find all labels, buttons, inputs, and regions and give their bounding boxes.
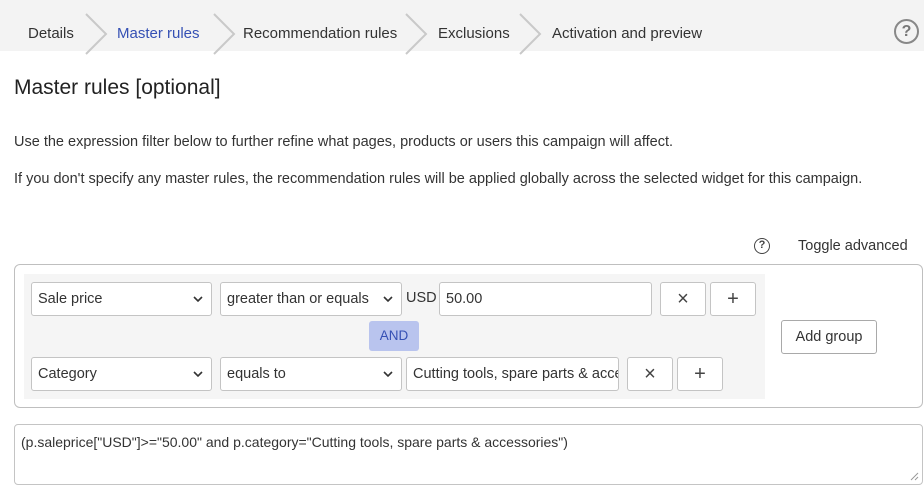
attribute-value: Sale price [38,291,103,307]
chevron-right-icon [405,13,428,55]
toggle-advanced-link[interactable]: Toggle advanced [798,238,908,254]
remove-rule-button[interactable]: × [660,282,706,316]
chevron-down-icon [193,296,203,303]
add-rule-button[interactable]: + [710,282,756,316]
operator-value: greater than or equals [227,291,369,307]
chevron-right-icon [213,13,236,55]
description-text: Use the expression filter below to furth… [14,134,673,150]
plus-icon: + [694,363,706,385]
attribute-select[interactable]: Category [31,357,212,391]
chevron-right-icon [85,13,108,55]
step-master-rules[interactable]: Master rules [117,0,200,51]
chevron-down-icon [383,371,393,378]
expression-text: (p.saleprice["USD"]>="50.00" and p.categ… [21,434,568,450]
chevron-down-icon [383,296,393,303]
help-icon[interactable]: ? [894,19,919,44]
operator-select[interactable]: equals to [220,357,402,391]
plus-icon: + [727,288,739,310]
steps-bar: Details Master rules Recommendation rule… [0,0,924,55]
add-rule-button[interactable]: + [677,357,723,391]
add-group-button[interactable]: Add group [781,320,877,354]
step-activation-preview[interactable]: Activation and preview [552,0,702,51]
description-text: If you don't specify any master rules, t… [14,171,863,187]
help-icon[interactable]: ? [754,238,770,254]
close-icon: × [644,363,656,385]
attribute-select[interactable]: Sale price [31,282,212,316]
resize-handle-icon[interactable] [909,471,919,481]
step-details[interactable]: Details [28,0,74,51]
expression-textarea[interactable]: (p.saleprice["USD"]>="50.00" and p.categ… [14,424,923,485]
value-input[interactable]: Cutting tools, spare parts & accessories [406,357,619,391]
operator-select[interactable]: greater than or equals [220,282,402,316]
value-input[interactable]: 50.00 [439,282,652,316]
page-title: Master rules [optional] [14,76,221,99]
close-icon: × [677,288,689,310]
step-exclusions[interactable]: Exclusions [438,0,510,51]
chevron-right-icon [519,13,542,55]
operator-value: equals to [227,366,286,382]
and-connector[interactable]: AND [369,321,419,351]
currency-label: USD [406,290,437,306]
remove-rule-button[interactable]: × [627,357,673,391]
step-recommendation-rules[interactable]: Recommendation rules [243,0,397,51]
attribute-value: Category [38,366,97,382]
chevron-down-icon [193,371,203,378]
